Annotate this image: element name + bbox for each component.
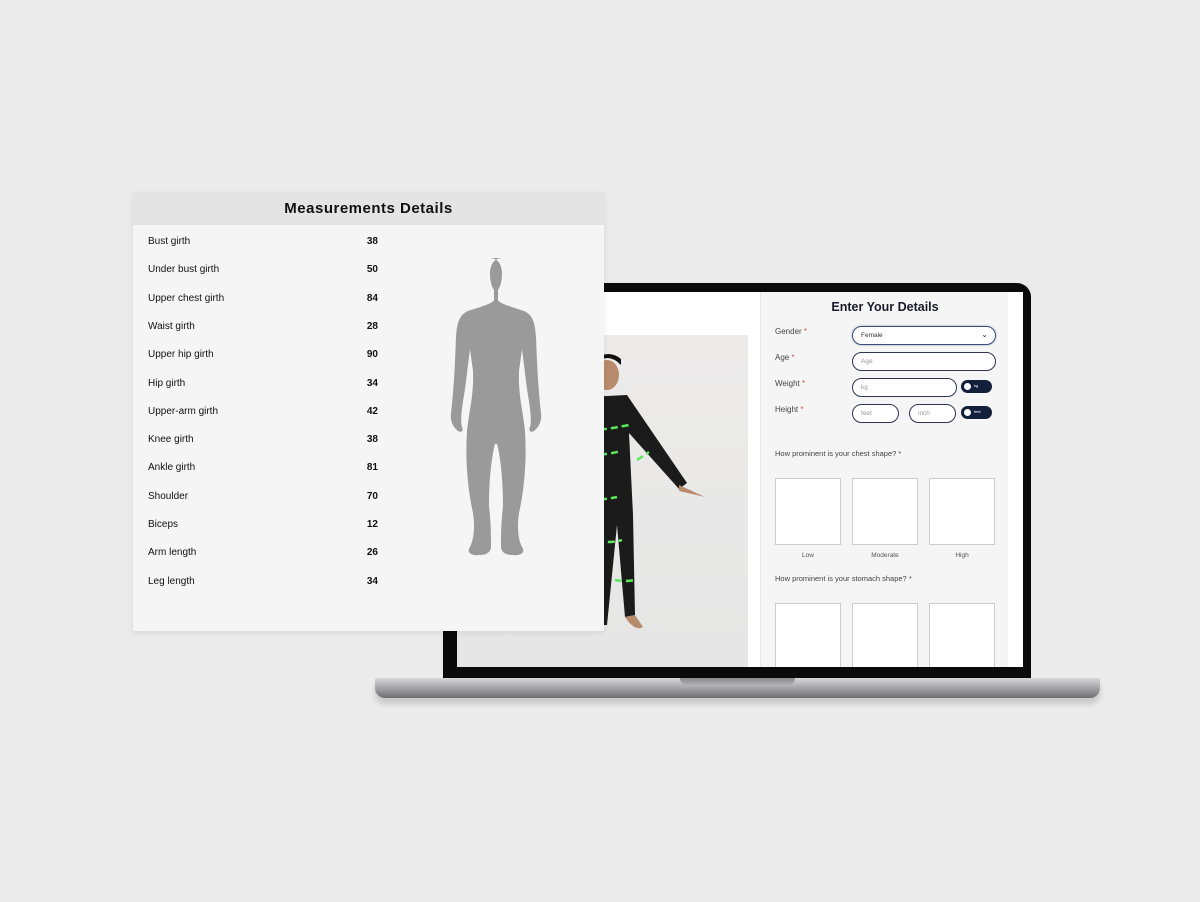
age-label: Age * [775, 353, 795, 362]
measurement-label: Waist girth [148, 320, 195, 332]
option-label-high: High [955, 552, 969, 559]
measurement-value: 12 [366, 519, 378, 530]
chest-option-low[interactable] [775, 478, 841, 545]
measurement-value: 90 [366, 349, 378, 361]
option-label-moderate: Moderate [871, 552, 899, 559]
body-silhouette [450, 258, 542, 556]
measurement-value: 38 [366, 434, 378, 446]
measurement-value: 28 [366, 320, 378, 332]
details-form-panel: Enter Your Details Gender * Female ⌄ Age … [760, 292, 1008, 667]
measurement-label: Biceps [148, 519, 179, 530]
measurement-label: Knee girth [148, 434, 194, 446]
measurement-row: Arm length 26 [148, 547, 378, 558]
toggle-label: feet [974, 409, 981, 414]
gender-value: Female [861, 332, 883, 339]
measurement-label: Upper-arm girth [148, 405, 219, 417]
measurement-row: Upper hip girth 90 [148, 349, 378, 360]
measurement-value: 50 [366, 264, 378, 276]
toggle-knob [964, 383, 971, 390]
height-unit-toggle[interactable]: feet [961, 406, 992, 419]
measurement-label: Arm length [148, 547, 197, 559]
required-mark: * [800, 405, 804, 414]
weight-label-text: Weight [775, 379, 800, 388]
gender-label: Gender * [775, 327, 807, 336]
required-mark: * [791, 353, 795, 362]
measurement-value: 26 [366, 547, 378, 559]
laptop-notch [680, 678, 795, 686]
stomach-option-1[interactable] [775, 603, 841, 667]
chest-option-high[interactable] [929, 478, 995, 545]
stomach-option-2[interactable] [852, 603, 918, 667]
measurement-value: 38 [366, 236, 378, 247]
option-label-low: Low [802, 552, 814, 559]
measurement-row: Waist girth 28 [148, 321, 378, 332]
measurement-value: 34 [366, 575, 378, 587]
form-title: Enter Your Details [831, 300, 939, 314]
height-feet-input[interactable]: feet [852, 404, 899, 423]
measurement-value: 70 [366, 490, 378, 502]
chevron-down-icon: ⌄ [981, 330, 988, 339]
height-label-text: Height [775, 405, 799, 414]
inch-placeholder: inch [918, 410, 930, 417]
measurement-value: 81 [366, 462, 378, 474]
feet-placeholder: feet [861, 410, 872, 417]
chest-option-moderate[interactable] [852, 478, 918, 545]
measurement-label: Shoulder [148, 490, 189, 502]
age-placeholder: Age [861, 358, 873, 365]
stomach-option-3[interactable] [929, 603, 995, 667]
measurement-label: Upper chest girth [148, 292, 225, 304]
toggle-knob [964, 409, 971, 416]
measurement-row: Upper chest girth 84 [148, 293, 378, 304]
measurement-row: Upper-arm girth 42 [148, 406, 378, 417]
measurement-label: Bust girth [148, 236, 191, 247]
measurement-row: Bust girth 38 [148, 236, 378, 247]
height-inch-input[interactable]: inch [909, 404, 956, 423]
required-mark: * [803, 327, 808, 336]
measurement-row: Under bust girth 50 [148, 264, 378, 275]
weight-unit-toggle[interactable]: kg [961, 380, 992, 393]
measurement-label: Upper hip girth [148, 349, 214, 361]
weight-placeholder: kg [861, 384, 868, 391]
weight-label: Weight * [775, 379, 805, 388]
gender-label-text: Gender [775, 327, 802, 336]
measurement-row: Hip girth 34 [148, 378, 378, 389]
height-label: Height * [775, 405, 803, 414]
measurement-row: Shoulder 70 [148, 491, 378, 502]
measurements-card: Measurements Details Bust girth 38 Under b… [133, 192, 604, 631]
measurement-value: 42 [366, 405, 378, 417]
measurement-row: Ankle girth 81 [148, 462, 378, 473]
laptop-base [375, 678, 1100, 698]
measurement-label: Under bust girth [148, 264, 220, 276]
stomach-question: How prominent is your stomach shape? * [775, 574, 912, 583]
measurement-row: Biceps 12 [148, 519, 378, 530]
measurements-title: Measurements Details [133, 192, 604, 225]
measurement-row: Knee girth 38 [148, 434, 378, 445]
measurement-label: Leg length [148, 575, 195, 587]
weight-input[interactable]: kg [852, 378, 957, 397]
age-input[interactable]: Age [852, 352, 996, 371]
age-label-text: Age [775, 353, 790, 362]
measurement-row: Leg length 34 [148, 576, 378, 587]
measurement-value: 34 [366, 377, 378, 389]
gender-select[interactable]: Female ⌄ [852, 326, 996, 345]
toggle-label: kg [974, 383, 979, 388]
measurement-value: 84 [366, 292, 378, 304]
measurement-label: Ankle girth [148, 462, 196, 474]
required-mark: * [802, 379, 806, 388]
chest-question: How prominent is your chest shape? * [775, 449, 902, 458]
measurement-label: Hip girth [148, 377, 186, 389]
